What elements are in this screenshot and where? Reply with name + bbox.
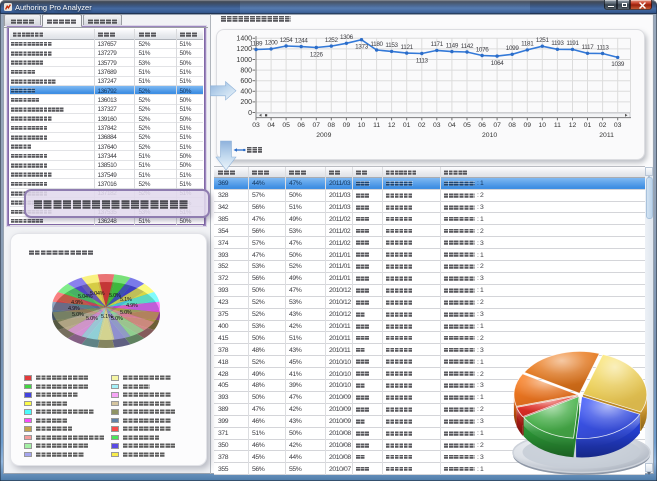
svg-text:5.0%: 5.0% — [111, 316, 123, 322]
svg-text:1181: 1181 — [521, 41, 534, 48]
svg-text:1113: 1113 — [416, 57, 429, 64]
svg-text:5.04%: 5.04% — [90, 291, 105, 297]
svg-text:800: 800 — [240, 67, 252, 74]
svg-text:1064: 1064 — [491, 60, 505, 67]
svg-text:1251: 1251 — [536, 37, 550, 44]
svg-text:0: 0 — [248, 110, 252, 117]
svg-text:04: 04 — [448, 122, 456, 129]
svg-text:1000: 1000 — [236, 57, 252, 64]
svg-text:1142: 1142 — [461, 43, 474, 50]
svg-text:05: 05 — [463, 122, 471, 129]
svg-text:12: 12 — [388, 122, 396, 129]
svg-text:2011: 2011 — [599, 132, 614, 139]
svg-text:10: 10 — [358, 122, 366, 129]
svg-text:1193: 1193 — [551, 40, 564, 47]
svg-text:03: 03 — [614, 122, 622, 129]
svg-text:02: 02 — [418, 122, 426, 129]
svg-text:200: 200 — [240, 99, 252, 106]
svg-text:08: 08 — [328, 122, 336, 129]
svg-text:1244: 1244 — [295, 37, 309, 44]
svg-text:1373: 1373 — [355, 44, 369, 51]
svg-text:02: 02 — [599, 122, 607, 129]
svg-text:11: 11 — [554, 122, 561, 129]
svg-text:1189: 1189 — [250, 40, 263, 47]
svg-text:4.9%: 4.9% — [126, 303, 138, 309]
svg-text:1076: 1076 — [476, 46, 490, 53]
svg-text:05: 05 — [282, 122, 290, 129]
svg-text:01: 01 — [584, 122, 592, 129]
svg-text:600: 600 — [240, 78, 252, 85]
svg-text:2010: 2010 — [482, 132, 497, 139]
svg-text:1226: 1226 — [310, 51, 324, 58]
svg-text:1252: 1252 — [325, 37, 339, 44]
svg-text:03: 03 — [252, 122, 260, 129]
svg-text:5.0%: 5.0% — [72, 312, 84, 318]
svg-text:1099: 1099 — [506, 45, 520, 52]
svg-text:1306: 1306 — [340, 34, 354, 41]
svg-text:10: 10 — [539, 122, 547, 129]
svg-text:12: 12 — [569, 122, 577, 129]
svg-text:1180: 1180 — [370, 41, 383, 48]
svg-text:5.0%: 5.0% — [86, 316, 98, 322]
svg-text:04: 04 — [267, 122, 275, 129]
svg-text:1153: 1153 — [385, 42, 398, 49]
svg-text:08: 08 — [508, 122, 516, 129]
svg-text:07: 07 — [313, 122, 321, 129]
svg-text:2009: 2009 — [316, 132, 331, 139]
svg-text:1113: 1113 — [597, 44, 610, 51]
svg-text:1117: 1117 — [582, 44, 595, 51]
svg-text:1171: 1171 — [431, 41, 444, 48]
svg-text:1039: 1039 — [611, 61, 625, 68]
svg-text:1200: 1200 — [265, 40, 279, 47]
svg-text:07: 07 — [493, 122, 501, 129]
svg-text:01: 01 — [403, 122, 411, 129]
svg-text:11: 11 — [373, 122, 380, 129]
svg-text:09: 09 — [343, 122, 351, 129]
svg-text:03: 03 — [433, 122, 441, 129]
svg-text:06: 06 — [478, 122, 486, 129]
svg-text:06: 06 — [297, 122, 305, 129]
svg-text:400: 400 — [240, 89, 252, 96]
svg-text:1254: 1254 — [280, 37, 294, 44]
svg-text:1149: 1149 — [446, 42, 459, 49]
svg-text:1121: 1121 — [401, 44, 414, 51]
svg-text:1191: 1191 — [566, 40, 579, 47]
svg-text:09: 09 — [524, 122, 532, 129]
